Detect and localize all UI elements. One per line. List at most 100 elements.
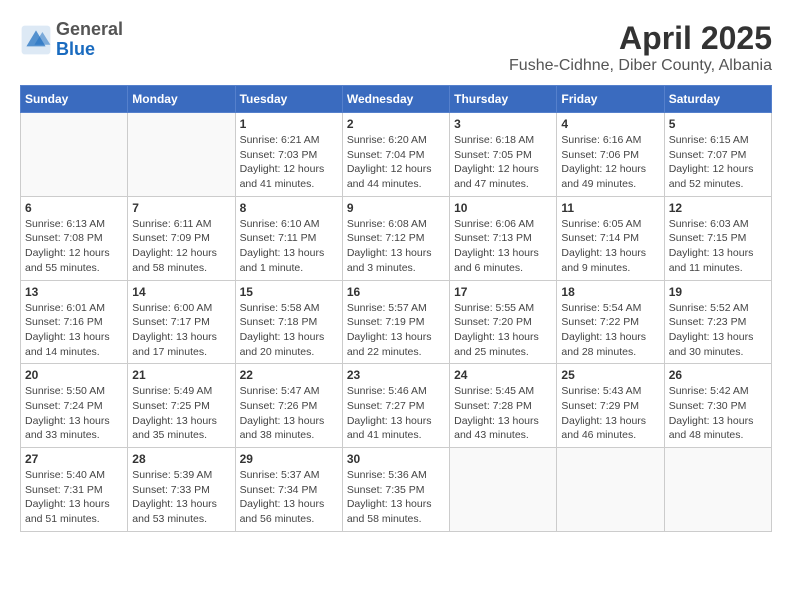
day-info: Sunrise: 5:50 AMSunset: 7:24 PMDaylight:… <box>25 384 123 443</box>
week-row-4: 20 Sunrise: 5:50 AMSunset: 7:24 PMDayligh… <box>21 364 772 448</box>
calendar-cell: 6Sunrise: 6:13 AMSunset: 7:08 PMDaylight… <box>21 196 128 280</box>
month-title: April 2025 <box>509 20 772 57</box>
calendar-cell: 19 Sunrise: 5:52 AMSunset: 7:23 PMDayligh… <box>664 280 771 364</box>
day-number: 25 <box>561 368 659 382</box>
calendar-cell: 7 Sunrise: 6:11 AMSunset: 7:09 PMDaylight… <box>128 196 235 280</box>
week-row-3: 13 Sunrise: 6:01 AMSunset: 7:16 PMDayligh… <box>21 280 772 364</box>
calendar-cell: 5 Sunrise: 6:15 AMSunset: 7:07 PMDaylight… <box>664 113 771 197</box>
day-info: Sunrise: 5:55 AMSunset: 7:20 PMDaylight:… <box>454 301 552 360</box>
weekday-header-sunday: Sunday <box>21 86 128 113</box>
weekday-header-row: SundayMondayTuesdayWednesdayThursdayFrid… <box>21 86 772 113</box>
calendar-cell: 17 Sunrise: 5:55 AMSunset: 7:20 PMDayligh… <box>450 280 557 364</box>
day-info: Sunrise: 5:54 AMSunset: 7:22 PMDaylight:… <box>561 301 659 360</box>
day-info: Sunrise: 5:43 AMSunset: 7:29 PMDaylight:… <box>561 384 659 443</box>
day-info: Sunrise: 6:00 AMSunset: 7:17 PMDaylight:… <box>132 301 230 360</box>
calendar-cell: 10 Sunrise: 6:06 AMSunset: 7:13 PMDayligh… <box>450 196 557 280</box>
day-info: Sunrise: 5:40 AMSunset: 7:31 PMDaylight:… <box>25 468 123 527</box>
calendar-cell: 26Sunrise: 5:42 AMSunset: 7:30 PMDayligh… <box>664 364 771 448</box>
day-number: 4 <box>561 117 659 131</box>
calendar-cell: 18 Sunrise: 5:54 AMSunset: 7:22 PMDayligh… <box>557 280 664 364</box>
day-info: Sunrise: 5:37 AMSunset: 7:34 PMDaylight:… <box>240 468 338 527</box>
day-number: 14 <box>132 285 230 299</box>
calendar-cell: 27Sunrise: 5:40 AMSunset: 7:31 PMDayligh… <box>21 448 128 532</box>
logo-text: General Blue <box>56 20 123 60</box>
location-title: Fushe-Cidhne, Diber County, Albania <box>509 57 772 75</box>
day-info: Sunrise: 6:15 AMSunset: 7:07 PMDaylight:… <box>669 133 767 192</box>
day-info: Sunrise: 6:06 AMSunset: 7:13 PMDaylight:… <box>454 217 552 276</box>
day-number: 6 <box>25 201 123 215</box>
calendar-cell <box>450 448 557 532</box>
calendar-cell: 2Sunrise: 6:20 AMSunset: 7:04 PMDaylight… <box>342 113 449 197</box>
calendar-cell: 25 Sunrise: 5:43 AMSunset: 7:29 PMDayligh… <box>557 364 664 448</box>
day-number: 18 <box>561 285 659 299</box>
weekday-header-wednesday: Wednesday <box>342 86 449 113</box>
day-info: Sunrise: 5:47 AMSunset: 7:26 PMDaylight:… <box>240 384 338 443</box>
day-number: 20 <box>25 368 123 382</box>
day-info: Sunrise: 6:03 AMSunset: 7:15 PMDaylight:… <box>669 217 767 276</box>
week-row-2: 6Sunrise: 6:13 AMSunset: 7:08 PMDaylight… <box>21 196 772 280</box>
calendar-cell: 11Sunrise: 6:05 AMSunset: 7:14 PMDayligh… <box>557 196 664 280</box>
day-info: Sunrise: 6:11 AMSunset: 7:09 PMDaylight:… <box>132 217 230 276</box>
page-header: General Blue April 2025 Fushe-Cidhne, Di… <box>20 20 772 75</box>
calendar-cell: 24Sunrise: 5:45 AMSunset: 7:28 PMDayligh… <box>450 364 557 448</box>
day-number: 29 <box>240 452 338 466</box>
day-number: 3 <box>454 117 552 131</box>
day-number: 2 <box>347 117 445 131</box>
day-number: 19 <box>669 285 767 299</box>
day-number: 9 <box>347 201 445 215</box>
calendar-cell: 30Sunrise: 5:36 AMSunset: 7:35 PMDayligh… <box>342 448 449 532</box>
calendar-cell: 8 Sunrise: 6:10 AMSunset: 7:11 PMDaylight… <box>235 196 342 280</box>
weekday-header-saturday: Saturday <box>664 86 771 113</box>
day-number: 17 <box>454 285 552 299</box>
day-info: Sunrise: 5:45 AMSunset: 7:28 PMDaylight:… <box>454 384 552 443</box>
week-row-1: 1Sunrise: 6:21 AMSunset: 7:03 PMDaylight… <box>21 113 772 197</box>
day-number: 8 <box>240 201 338 215</box>
day-info: Sunrise: 5:39 AMSunset: 7:33 PMDaylight:… <box>132 468 230 527</box>
day-number: 5 <box>669 117 767 131</box>
day-info: Sunrise: 5:57 AMSunset: 7:19 PMDaylight:… <box>347 301 445 360</box>
calendar-cell <box>557 448 664 532</box>
day-number: 15 <box>240 285 338 299</box>
day-info: Sunrise: 5:42 AMSunset: 7:30 PMDaylight:… <box>669 384 767 443</box>
day-number: 23 <box>347 368 445 382</box>
day-info: Sunrise: 5:52 AMSunset: 7:23 PMDaylight:… <box>669 301 767 360</box>
weekday-header-monday: Monday <box>128 86 235 113</box>
day-info: Sunrise: 6:18 AMSunset: 7:05 PMDaylight:… <box>454 133 552 192</box>
day-number: 16 <box>347 285 445 299</box>
calendar-cell: 14 Sunrise: 6:00 AMSunset: 7:17 PMDayligh… <box>128 280 235 364</box>
day-number: 22 <box>240 368 338 382</box>
weekday-header-tuesday: Tuesday <box>235 86 342 113</box>
calendar-cell <box>128 113 235 197</box>
logo-blue: Blue <box>56 40 123 60</box>
day-info: Sunrise: 6:10 AMSunset: 7:11 PMDaylight:… <box>240 217 338 276</box>
day-number: 7 <box>132 201 230 215</box>
day-info: Sunrise: 6:05 AMSunset: 7:14 PMDaylight:… <box>561 217 659 276</box>
weekday-header-friday: Friday <box>557 86 664 113</box>
week-row-5: 27Sunrise: 5:40 AMSunset: 7:31 PMDayligh… <box>21 448 772 532</box>
weekday-header-thursday: Thursday <box>450 86 557 113</box>
logo-general: General <box>56 20 123 40</box>
calendar-cell: 12 Sunrise: 6:03 AMSunset: 7:15 PMDayligh… <box>664 196 771 280</box>
calendar-table: SundayMondayTuesdayWednesdayThursdayFrid… <box>20 85 772 532</box>
calendar-cell: 28Sunrise: 5:39 AMSunset: 7:33 PMDayligh… <box>128 448 235 532</box>
calendar-cell: 22 Sunrise: 5:47 AMSunset: 7:26 PMDayligh… <box>235 364 342 448</box>
day-number: 13 <box>25 285 123 299</box>
day-info: Sunrise: 6:01 AMSunset: 7:16 PMDaylight:… <box>25 301 123 360</box>
calendar-cell: 16 Sunrise: 5:57 AMSunset: 7:19 PMDayligh… <box>342 280 449 364</box>
day-info: Sunrise: 5:58 AMSunset: 7:18 PMDaylight:… <box>240 301 338 360</box>
day-info: Sunrise: 6:08 AMSunset: 7:12 PMDaylight:… <box>347 217 445 276</box>
calendar-cell: 13 Sunrise: 6:01 AMSunset: 7:16 PMDayligh… <box>21 280 128 364</box>
day-number: 12 <box>669 201 767 215</box>
calendar-cell <box>21 113 128 197</box>
calendar-cell <box>664 448 771 532</box>
logo: General Blue <box>20 20 123 60</box>
day-number: 1 <box>240 117 338 131</box>
day-number: 10 <box>454 201 552 215</box>
calendar-cell: 21Sunrise: 5:49 AMSunset: 7:25 PMDayligh… <box>128 364 235 448</box>
calendar-cell: 4 Sunrise: 6:16 AMSunset: 7:06 PMDaylight… <box>557 113 664 197</box>
day-info: Sunrise: 5:36 AMSunset: 7:35 PMDaylight:… <box>347 468 445 527</box>
title-block: April 2025 Fushe-Cidhne, Diber County, A… <box>509 20 772 75</box>
calendar-cell: 20 Sunrise: 5:50 AMSunset: 7:24 PMDayligh… <box>21 364 128 448</box>
day-info: Sunrise: 6:16 AMSunset: 7:06 PMDaylight:… <box>561 133 659 192</box>
calendar-cell: 23Sunrise: 5:46 AMSunset: 7:27 PMDayligh… <box>342 364 449 448</box>
